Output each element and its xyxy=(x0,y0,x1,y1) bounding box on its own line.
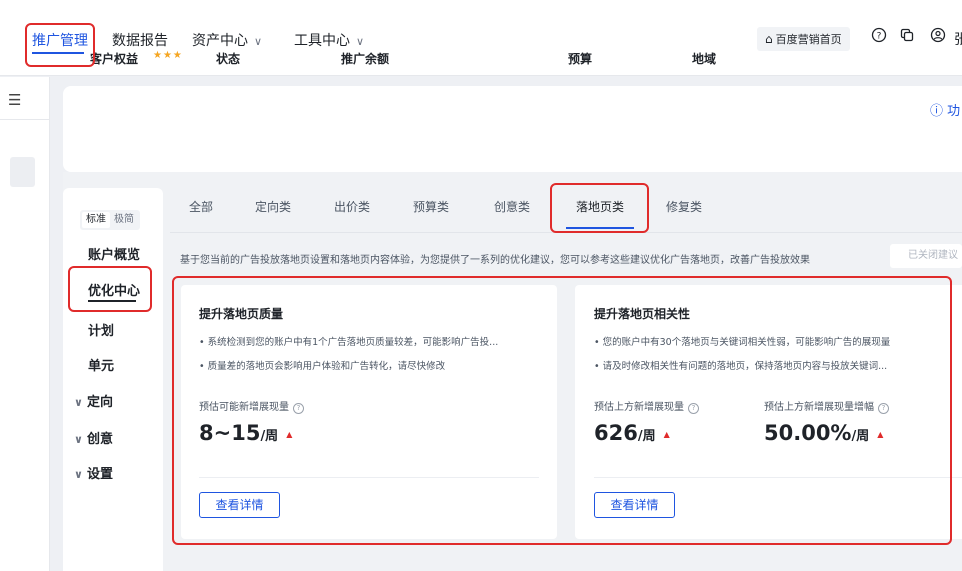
tab-label: 推广管理 xyxy=(32,33,88,49)
nav-item-label: 设置 xyxy=(86,467,113,482)
card-bullet: • 请及时修改相关性有问题的落地页，保持落地页内容与投放关键词... xyxy=(594,361,888,372)
card-bullet: • 系统检测到您的账户中有1个广告落地页质量较差，可能影响广告投... xyxy=(199,337,499,348)
nav-item-unit[interactable]: 单元 xyxy=(88,355,114,374)
nav-active-indicator xyxy=(88,300,136,302)
nav-item-creative[interactable]: ∨ 创意 xyxy=(74,428,113,447)
nav-item-label: 创意 xyxy=(86,432,113,447)
subtab-bidding[interactable]: 出价类 xyxy=(334,198,370,215)
stat-customer-rights: 客户权益 xyxy=(90,52,139,66)
stat-status: 状态 xyxy=(216,52,241,66)
rating-stars-icon: ★★★ xyxy=(153,50,183,61)
help-icon[interactable]: ? xyxy=(293,403,304,414)
card-title: 提升落地页相关性 xyxy=(594,307,691,321)
menu-icon[interactable]: ☰ xyxy=(8,91,21,109)
card-bullet: • 您的账户中有30个落地页与关键词相关性弱，可能影响广告的展现量 xyxy=(594,337,891,348)
nav-item-label: 定向 xyxy=(86,395,113,410)
tab-label: 资产中心 xyxy=(192,33,248,49)
feature-link[interactable]: ⓘ 功 xyxy=(930,100,960,119)
stat-budget: 预算 xyxy=(568,52,593,66)
view-details-button[interactable]: 查看详情 xyxy=(199,492,280,518)
stat-region: 地域 xyxy=(692,52,717,66)
nav-item-overview[interactable]: 账户概览 xyxy=(88,244,140,263)
bullet-text: 请及时修改相关性有问题的落地页，保持落地页内容与投放关键词... xyxy=(602,361,888,372)
chevron-down-icon: ∨ xyxy=(356,35,365,48)
nav-item-settings[interactable]: ∨ 设置 xyxy=(74,463,113,482)
trend-up-icon: ▲ xyxy=(877,430,884,439)
nav-item-plan[interactable]: 计划 xyxy=(88,320,114,339)
suggestion-card-relevance: 提升落地页相关性 • 您的账户中有30个落地页与关键词相关性弱，可能影响广告的展… xyxy=(575,285,962,539)
metric-value: 626/周 ▲ xyxy=(594,421,670,445)
copy-icon[interactable] xyxy=(897,27,917,47)
chevron-down-icon: ∨ xyxy=(74,468,83,481)
subtab-landing-page[interactable]: 落地页类 xyxy=(576,198,624,215)
subtab-budget[interactable]: 预算类 xyxy=(413,198,449,215)
card-title: 提升落地页质量 xyxy=(199,307,284,321)
bullet-text: 质量差的落地页会影响用户体验和广告转化，请尽快修改 xyxy=(207,361,446,372)
metric-value: 8~15/周 ▲ xyxy=(199,421,292,445)
metric-number: 50.00% xyxy=(764,421,852,445)
nav-item-optimization-center[interactable]: 优化中心 xyxy=(88,280,140,299)
tab-tool-center[interactable]: 工具中心 ∨ xyxy=(294,30,364,50)
divider xyxy=(0,119,50,120)
metric-label-text: 预估上方新增展现量增幅 xyxy=(764,402,874,413)
home-label: 百度营销首页 xyxy=(775,33,842,46)
help-icon[interactable]: ? xyxy=(869,27,889,47)
chevron-down-icon: ∨ xyxy=(74,433,83,446)
active-subtab-underline xyxy=(566,227,634,229)
metric-label: 预估上方新增展现量增幅? xyxy=(764,398,889,414)
metric-number: 8~15 xyxy=(199,421,261,445)
metric-label: 预估可能新增展现量? xyxy=(199,398,304,414)
user-avatar-icon[interactable] xyxy=(928,27,948,47)
top-nav-bar: 推广管理 数据报告 资产中心 ∨ 工具中心 ∨ ⌂ 百度营销首页 ? 张 xyxy=(0,0,962,76)
chevron-down-icon: ∨ xyxy=(74,396,83,409)
view-mode-toggle[interactable]: 标准 极简 xyxy=(80,210,140,230)
metric-label-text: 预估上方新增展现量 xyxy=(594,402,684,413)
metric-label: 预估上方新增展现量? xyxy=(594,398,699,414)
feature-link-label: 功 xyxy=(947,104,961,119)
metric-unit: /周 xyxy=(851,429,870,444)
metric-number: 626 xyxy=(594,421,638,445)
closed-suggestions-button[interactable]: 已关闭建议 xyxy=(890,244,962,268)
view-details-button[interactable]: 查看详情 xyxy=(594,492,675,518)
tab-asset-center[interactable]: 资产中心 ∨ xyxy=(192,30,262,50)
metric-unit: /周 xyxy=(260,429,279,444)
svg-text:?: ? xyxy=(877,32,882,42)
subtab-repair[interactable]: 修复类 xyxy=(666,198,702,215)
left-icon-strip: ☰ xyxy=(0,77,50,571)
chevron-down-icon: ∨ xyxy=(254,35,263,48)
strip-selected-item[interactable] xyxy=(10,157,35,187)
bullet-text: 您的账户中有30个落地页与关键词相关性弱，可能影响广告的展现量 xyxy=(602,337,891,348)
card-divider xyxy=(594,477,962,478)
metric-label-text: 预估可能新增展现量 xyxy=(199,402,289,413)
suggestion-description: 基于您当前的广告投放落地页设置和落地页内容体验，为您提供了一系列的优化建议，您可… xyxy=(180,255,810,266)
trend-up-icon: ▲ xyxy=(286,430,293,439)
active-tab-underline xyxy=(32,52,84,54)
username-text[interactable]: 张 xyxy=(954,29,962,49)
subtab-divider xyxy=(170,232,962,233)
nav-item-targeting[interactable]: ∨ 定向 xyxy=(74,391,113,410)
help-icon[interactable]: ? xyxy=(878,403,889,414)
card-divider xyxy=(199,477,539,478)
tab-label: 工具中心 xyxy=(294,33,350,49)
account-stats-card: ⓘ 功 xyxy=(63,86,962,172)
subtab-targeting[interactable]: 定向类 xyxy=(255,198,291,215)
help-icon[interactable]: ? xyxy=(688,403,699,414)
baidu-marketing-home-button[interactable]: ⌂ 百度营销首页 xyxy=(757,27,850,51)
stat-balance: 推广余额 xyxy=(341,52,390,66)
metric-unit: /周 xyxy=(637,429,656,444)
card-bullet: • 质量差的落地页会影响用户体验和广告转化，请尽快修改 xyxy=(199,361,446,372)
mode-standard[interactable]: 标准 xyxy=(82,212,110,228)
subtab-creative[interactable]: 创意类 xyxy=(494,198,530,215)
mode-simple[interactable]: 极简 xyxy=(110,212,138,228)
home-icon: ⌂ xyxy=(765,32,773,46)
tab-data-report[interactable]: 数据报告 xyxy=(112,30,168,50)
tab-promotion-management[interactable]: 推广管理 xyxy=(32,30,88,50)
metric-value: 50.00%/周 ▲ xyxy=(764,421,883,445)
suggestion-card-quality: 提升落地页质量 • 系统检测到您的账户中有1个广告落地页质量较差，可能影响广告投… xyxy=(181,285,557,539)
bullet-text: 系统检测到您的账户中有1个广告落地页质量较差，可能影响广告投... xyxy=(207,337,499,348)
subtab-all[interactable]: 全部 xyxy=(189,198,213,215)
trend-up-icon: ▲ xyxy=(663,430,670,439)
tab-label: 数据报告 xyxy=(112,33,168,49)
